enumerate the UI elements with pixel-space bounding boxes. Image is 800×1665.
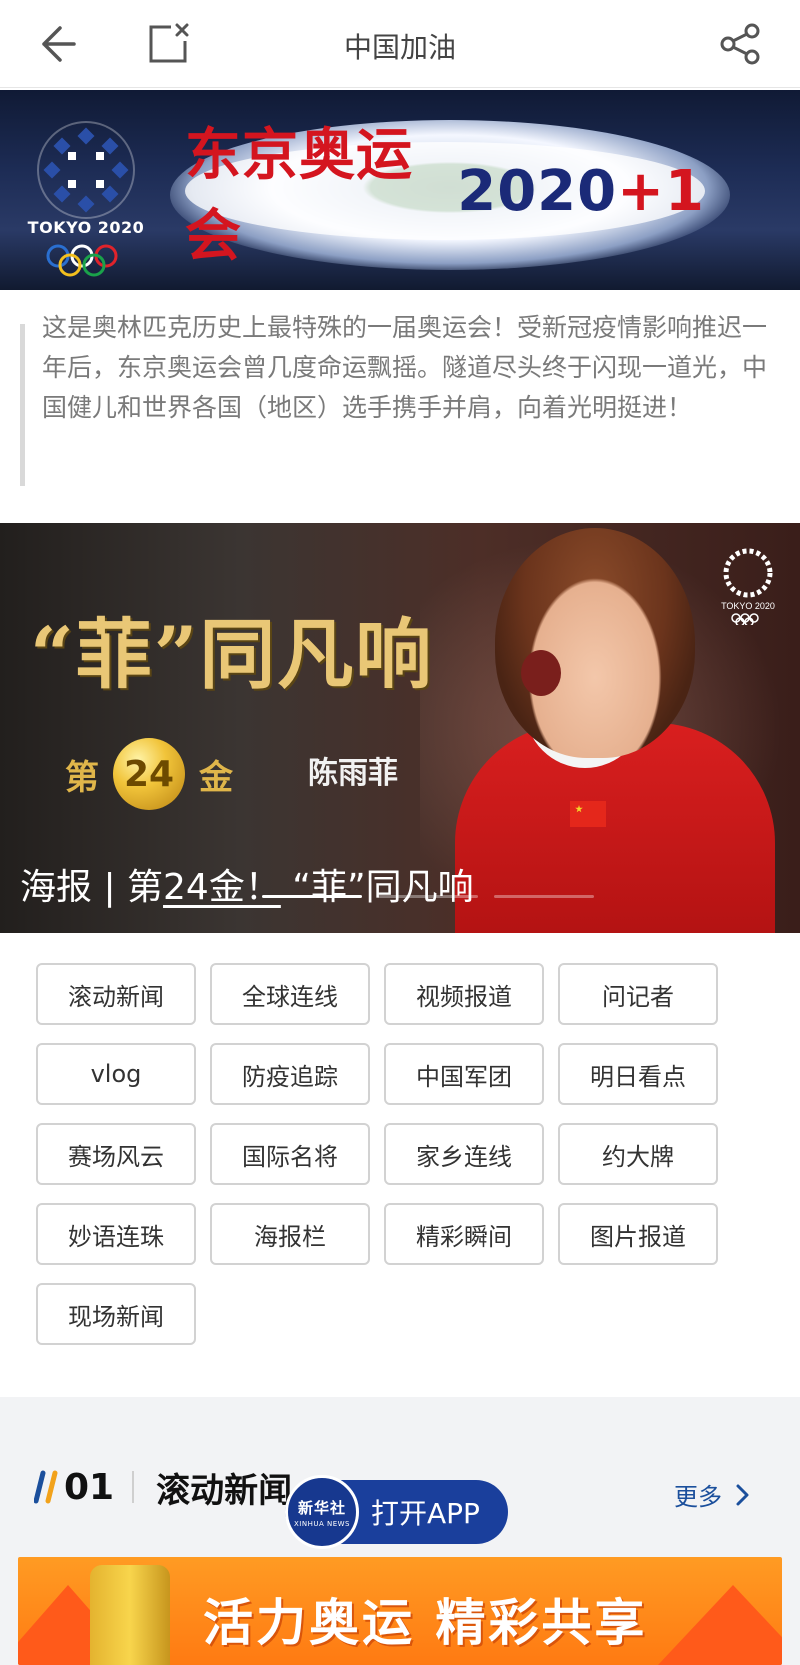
- caption-prefix: 海报 | 第: [20, 867, 164, 908]
- gold-suffix: 金: [199, 757, 233, 798]
- category-button[interactable]: 约大牌: [558, 1123, 718, 1185]
- banner-title: 东京奥运会 2020 +1: [185, 123, 705, 269]
- ad-mountain-right: [658, 1585, 782, 1665]
- caption-underlined: 24金！: [163, 867, 281, 908]
- section-title: 滚动新闻: [156, 1470, 293, 1511]
- intro-text: 这是奥林匹克历史上最特殊的一届奥运会！受新冠疫情影响推迟一年后，东京奥运会曾几度…: [42, 313, 768, 422]
- banner-title-plus: +1: [617, 158, 705, 224]
- category-button[interactable]: 中国军团: [384, 1043, 544, 1105]
- tokyo-2020-text: TOKYO 2020: [27, 218, 145, 237]
- share-icon[interactable]: [716, 20, 764, 68]
- poster-carousel[interactable]: “菲”同凡响 第 24 金 陈雨菲 TOKYO 2020 海报 | 第24金！ …: [0, 523, 800, 933]
- poster-caption[interactable]: 海报 | 第24金！ “菲”同凡响: [20, 858, 474, 910]
- ad-text: 活力奥运 精彩共享: [203, 1594, 648, 1652]
- more-label: 更多: [674, 1483, 722, 1511]
- category-button[interactable]: 问记者: [558, 963, 718, 1025]
- section-mark-icon: [33, 1469, 58, 1505]
- category-button[interactable]: 滚动新闻: [36, 963, 196, 1025]
- banner-title-cn: 东京奥运会: [185, 123, 413, 269]
- banner-title-year: 2020: [457, 158, 618, 224]
- section-divider: [132, 1471, 135, 1503]
- gold-medal-icon: 24: [113, 738, 185, 810]
- intro-quote: 这是奥林匹克历史上最特殊的一届奥运会！受新冠疫情影响推迟一年后，东京奥运会曾几度…: [20, 306, 780, 492]
- tokyo-2020-logo: [26, 110, 146, 280]
- xinhua-logo-cn: 新华社: [297, 1498, 346, 1517]
- athlete-head: [495, 528, 695, 758]
- caption-suffix: “菲”同凡响: [280, 867, 474, 908]
- ad-drink-can: [90, 1565, 170, 1665]
- poster-slogan: “菲”同凡响: [30, 610, 434, 699]
- category-button[interactable]: 全球连线: [210, 963, 370, 1025]
- category-button[interactable]: 精彩瞬间: [384, 1203, 544, 1265]
- more-link[interactable]: 更多: [674, 1477, 754, 1512]
- page: 中国加油 TOKYO 2020 东京奥运会 2020 +1 这是奥林匹克历史上最…: [0, 0, 800, 1665]
- xinhua-logo[interactable]: 新华社 XINHUA NEWS: [285, 1475, 359, 1549]
- gold-medal-count: 第 24 金: [65, 738, 233, 810]
- category-button[interactable]: 防疫追踪: [210, 1043, 370, 1105]
- xinhua-logo-en: XINHUA NEWS: [293, 1519, 351, 1528]
- carousel-indicator[interactable]: [494, 895, 594, 898]
- category-button[interactable]: 家乡连线: [384, 1123, 544, 1185]
- china-flag-icon: [570, 801, 606, 827]
- section-number: 01: [64, 1466, 115, 1508]
- category-button[interactable]: 图片报道: [558, 1203, 718, 1265]
- category-button[interactable]: 妙语连珠: [36, 1203, 196, 1265]
- athlete-mouth: [521, 650, 561, 696]
- category-button[interactable]: 赛场风云: [36, 1123, 196, 1185]
- tokyo-olympics-banner: TOKYO 2020 东京奥运会 2020 +1: [0, 90, 800, 290]
- athlete-name: 陈雨菲: [308, 756, 398, 791]
- ad-banner[interactable]: 活力奥运 精彩共享: [18, 1557, 782, 1665]
- top-nav-bar: 中国加油: [0, 0, 800, 88]
- section-header: 01 滚动新闻: [33, 1463, 293, 1511]
- category-button[interactable]: 现场新闻: [36, 1283, 196, 1345]
- page-title: 中国加油: [343, 31, 456, 64]
- chevron-right-icon: [736, 1484, 749, 1505]
- tokyo-2020-small-logo: TOKYO 2020: [718, 545, 778, 627]
- gold-number: 24: [123, 753, 175, 795]
- category-button[interactable]: 视频报道: [384, 963, 544, 1025]
- poster-logo-text: TOKYO 2020: [721, 601, 775, 611]
- category-button[interactable]: 海报栏: [210, 1203, 370, 1265]
- category-button[interactable]: 国际名将: [210, 1123, 370, 1185]
- carousel-indicator[interactable]: [378, 895, 478, 898]
- category-button[interactable]: 明日看点: [558, 1043, 718, 1105]
- category-button[interactable]: vlog: [36, 1043, 196, 1105]
- quote-bar: [20, 324, 25, 486]
- carousel-indicator[interactable]: [262, 895, 362, 898]
- gold-prefix: 第: [65, 757, 99, 798]
- open-app-label: 打开APP: [371, 1497, 480, 1530]
